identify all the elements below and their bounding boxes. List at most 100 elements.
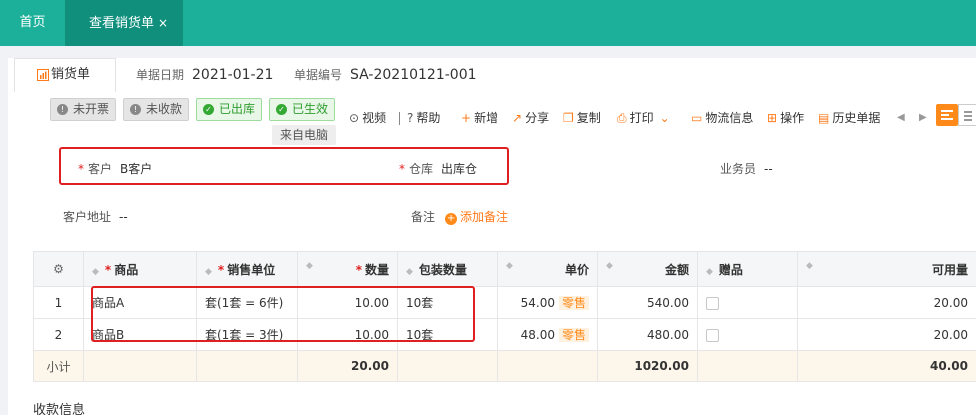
print-button[interactable]: ⎙ 打印 ⌄ [617, 108, 673, 128]
column-settings[interactable]: ⚙ [33, 251, 84, 287]
gift-checkbox[interactable] [706, 328, 719, 342]
retail-tag: 零售 [558, 328, 589, 342]
video-button[interactable]: ⊙ 视频 [349, 108, 386, 128]
sort-icon[interactable]: ◆ [606, 261, 613, 271]
info-icon: ! [57, 104, 68, 115]
add-remark-link[interactable]: + 添加备注 [445, 210, 509, 225]
cell-available: 20.00 [797, 286, 976, 319]
sort-icon[interactable]: ◆ [506, 261, 513, 271]
gift-checkbox[interactable] [706, 296, 719, 310]
remark-field: 备注 + 添加备注 [411, 208, 508, 226]
col-header-unit[interactable]: ◆ * 销售单位 [196, 251, 298, 287]
tab-home[interactable]: 首页 [0, 0, 65, 46]
col-header-available[interactable]: ◆ 可用量 [797, 251, 976, 287]
required-mark: * [399, 162, 405, 176]
operations-label: 操作 [780, 111, 805, 125]
grid-icon: ⊞ [767, 111, 778, 125]
logistics-button[interactable]: ▭ 物流信息 [691, 108, 753, 128]
cell-amount: 540.00 [597, 286, 698, 319]
check-icon: ✓ [203, 104, 214, 115]
tab-active-label: 查看销货单 [89, 16, 155, 31]
logistics-label: 物流信息 [705, 111, 754, 125]
prev-arrow-icon[interactable]: ◀ [897, 108, 905, 128]
col-header-label: 商品 [114, 262, 139, 277]
share-button[interactable]: ↗ 分享 [512, 108, 549, 128]
doc-number-value: SA-20210121-001 [350, 67, 477, 83]
cell-price[interactable]: 48.00 零售 [497, 318, 598, 351]
status-badge-effective: ✓ 已生效 [269, 98, 336, 121]
chevron-down-icon[interactable]: ⌄ [660, 111, 670, 125]
col-header-label: 数量 [364, 262, 389, 277]
add-label: 新增 [474, 111, 499, 125]
cell-gift [697, 286, 798, 319]
printer-icon: ⎙ [617, 111, 627, 125]
col-header-product[interactable]: ◆ * 商品 [83, 251, 197, 287]
salesman-field[interactable]: 业务员 -- [720, 160, 773, 178]
col-header-amount[interactable]: ◆ 金额 [597, 251, 698, 287]
document-icon: ▤ [818, 111, 830, 125]
price-value: 48.00 [520, 328, 555, 342]
price-value: 54.00 [520, 296, 555, 310]
col-header-qty[interactable]: ◆ * 数量 [297, 251, 398, 287]
retail-tag: 零售 [558, 296, 589, 310]
tab-view-sales-order[interactable]: 查看销货单 × [65, 0, 183, 46]
customer-value: B客户 [120, 162, 153, 176]
cell-price[interactable]: 54.00 零售 [497, 286, 598, 319]
help-button[interactable]: ? 帮助 [407, 108, 440, 128]
col-header-label: 可用量 [931, 262, 968, 277]
next-arrow-icon[interactable]: ▶ [919, 108, 927, 128]
history-button[interactable]: ▤ 历史单据 [818, 108, 880, 128]
address-field[interactable]: 客户地址 -- [63, 208, 128, 226]
source-tag: 来自电脑 [272, 125, 336, 145]
add-remark-label: 添加备注 [460, 210, 509, 224]
check-icon: ✓ [276, 104, 287, 115]
sort-icon[interactable]: ◆ [92, 267, 99, 277]
subtotal-amount: 1020.00 [597, 350, 698, 382]
sort-icon[interactable]: ◆ [205, 267, 212, 277]
col-header-label: 赠品 [718, 262, 743, 277]
close-icon[interactable]: × [158, 16, 168, 30]
grid-view-button[interactable] [958, 104, 976, 126]
warehouse-field[interactable]: * 仓库 出库仓 [399, 160, 477, 178]
col-header-label: 销售单位 [227, 262, 276, 277]
copy-button[interactable]: ❐ 复制 [563, 108, 601, 128]
doc-type-label: 销货单 [51, 67, 91, 82]
copy-label: 复制 [576, 111, 601, 125]
status-badge-shipped: ✓ 已出库 [196, 98, 263, 121]
cell-available: 20.00 [797, 318, 976, 351]
row-number: 1 [33, 286, 84, 319]
doc-number-label: 单据编号 [294, 68, 343, 82]
truck-icon: ▭ [691, 111, 703, 125]
subtotal-available: 40.00 [797, 350, 976, 382]
col-header-pack[interactable]: ◆ 包装数量 [397, 251, 498, 287]
remark-label: 备注 [411, 210, 436, 224]
warehouse-value: 出库仓 [441, 162, 478, 176]
col-header-price[interactable]: ◆ 单价 [497, 251, 598, 287]
doc-type-tab[interactable]: 销货单 [14, 58, 116, 92]
badge-label: 已出库 [219, 102, 256, 116]
row-number: 2 [33, 318, 84, 351]
operations-button[interactable]: ⊞ 操作 [767, 108, 804, 128]
col-header-gift[interactable]: ◆ 赠品 [697, 251, 798, 287]
status-badge-unpaid: ! 未收款 [123, 98, 190, 121]
top-nav-bar: 首页 查看销货单 × [0, 0, 976, 46]
badge-label: 未收款 [146, 102, 183, 116]
sort-icon[interactable]: ◆ [306, 261, 313, 271]
info-icon: ! [130, 104, 141, 115]
copy-icon: ❐ [563, 111, 574, 125]
sort-icon[interactable]: ◆ [706, 267, 713, 277]
toolbar-divider [399, 112, 400, 125]
gear-icon[interactable]: ⚙ [53, 262, 64, 276]
col-header-label: 单价 [564, 262, 589, 277]
highlight-box-items [91, 286, 475, 342]
sort-icon[interactable]: ◆ [806, 261, 813, 271]
add-button[interactable]: + 新增 [461, 108, 498, 128]
customer-field[interactable]: * 客户 B客户 [78, 160, 152, 178]
address-value: -- [119, 210, 128, 224]
sort-icon[interactable]: ◆ [406, 267, 413, 277]
play-icon: ⊙ [349, 111, 360, 125]
chart-icon [37, 69, 49, 81]
address-label: 客户地址 [63, 210, 112, 224]
list-view-button[interactable] [936, 104, 958, 126]
table-header-row: ⚙ ◆ * 商品 ◆ * 销售单位 ◆ * 数量 ◆ 包装数量 ◆ 单价 ◆ 金额 ◆ 赠品 ◆ 可用… [33, 251, 976, 287]
